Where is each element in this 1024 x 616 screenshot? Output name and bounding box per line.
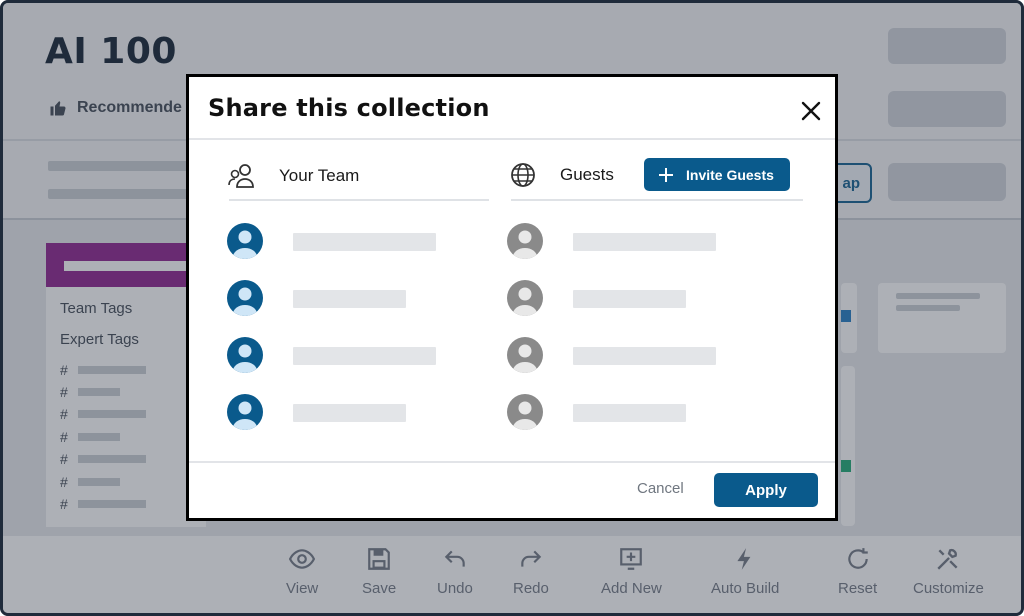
guests-label: Guests	[560, 165, 614, 184]
team-member-row[interactable]	[227, 394, 263, 430]
invite-guests-label: Invite Guests	[686, 166, 774, 183]
cancel-button[interactable]: Cancel	[637, 480, 684, 497]
user-avatar-icon	[227, 223, 263, 259]
plus-icon	[659, 167, 673, 182]
apply-button[interactable]: Apply	[714, 473, 818, 507]
team-icon	[228, 164, 254, 188]
team-member-name-placeholder	[293, 233, 436, 251]
user-avatar-icon	[227, 280, 263, 316]
guest-row[interactable]	[507, 280, 543, 316]
your-team-label: Your Team	[279, 166, 360, 185]
your-team-header: Your Team	[227, 161, 359, 191]
guest-name-placeholder	[573, 404, 686, 422]
guest-avatar-icon	[507, 337, 543, 373]
guest-name-placeholder	[573, 233, 716, 251]
team-member-name-placeholder	[293, 290, 406, 308]
guests-header: Guests	[509, 161, 614, 189]
guest-name-placeholder	[573, 347, 716, 365]
share-modal: Share this collection Your Team Guests I…	[186, 74, 838, 521]
guest-row[interactable]	[507, 394, 543, 430]
guest-avatar-icon	[507, 394, 543, 430]
user-avatar-icon	[227, 337, 263, 373]
team-member-row[interactable]	[227, 337, 263, 373]
guest-avatar-icon	[507, 280, 543, 316]
team-member-row[interactable]	[227, 280, 263, 316]
guest-avatar-icon	[507, 223, 543, 259]
modal-header-divider	[189, 138, 835, 140]
close-icon	[801, 101, 821, 121]
team-member-name-placeholder	[293, 347, 436, 365]
globe-icon	[511, 163, 535, 187]
guest-name-placeholder	[573, 290, 686, 308]
close-button[interactable]	[797, 97, 825, 125]
modal-footer-divider	[189, 461, 835, 463]
your-team-underline	[229, 199, 489, 201]
invite-guests-button[interactable]: Invite Guests	[644, 158, 790, 191]
team-member-name-placeholder	[293, 404, 406, 422]
guests-underline	[511, 199, 803, 201]
guest-row[interactable]	[507, 223, 543, 259]
modal-title: Share this collection	[208, 94, 490, 122]
guest-row[interactable]	[507, 337, 543, 373]
user-avatar-icon	[227, 394, 263, 430]
team-member-row[interactable]	[227, 223, 263, 259]
